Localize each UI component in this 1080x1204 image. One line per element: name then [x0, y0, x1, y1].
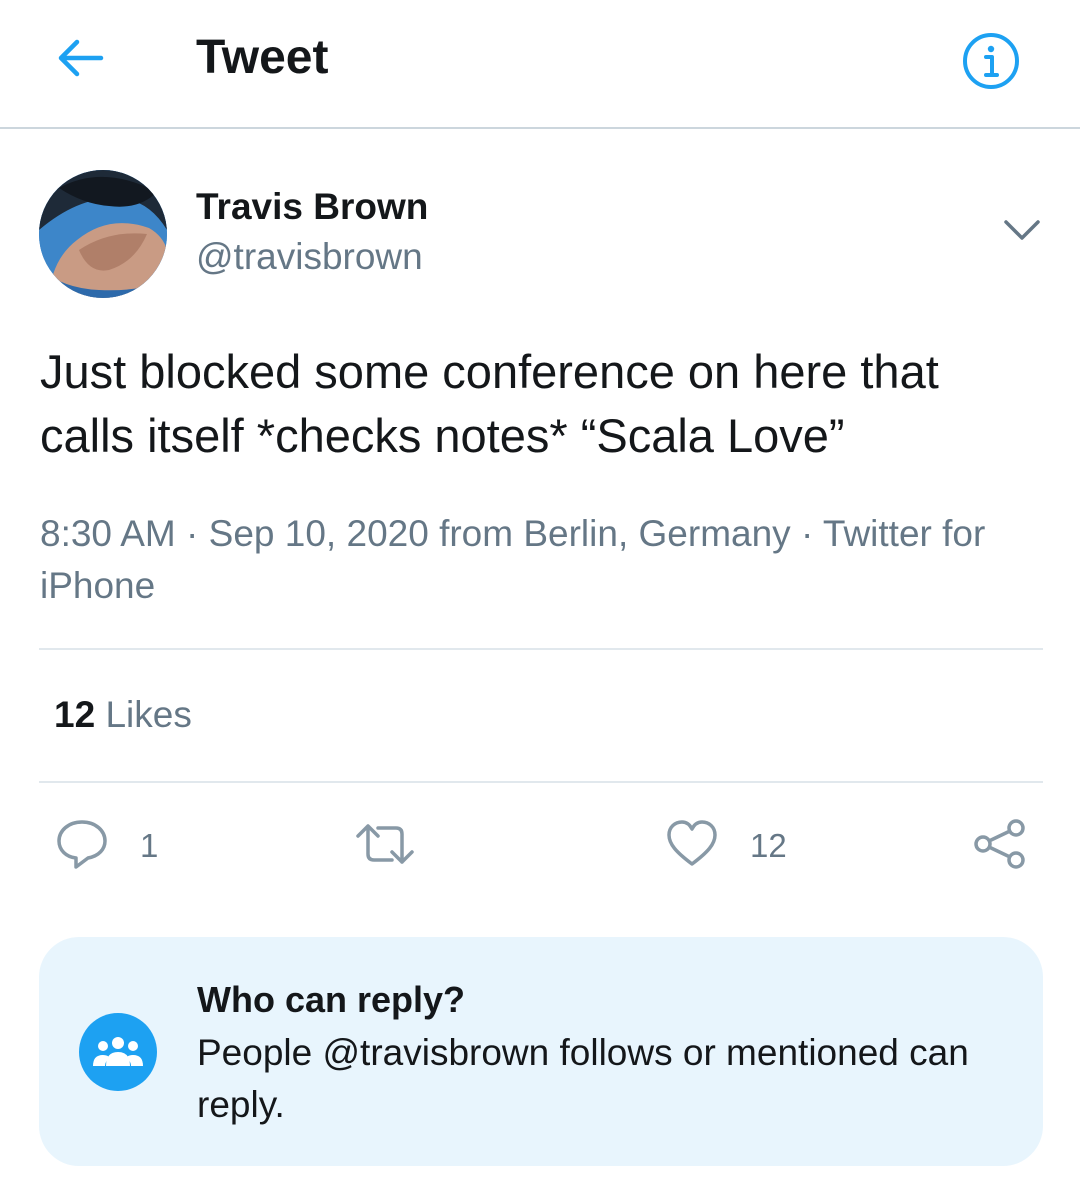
retweet-icon [352, 816, 418, 877]
reply-icon [54, 816, 110, 877]
avatar[interactable] [39, 170, 167, 298]
tweet-time[interactable]: 8:30 AM [40, 513, 176, 554]
people-icon [79, 1013, 157, 1091]
meta-separator: · [800, 513, 814, 554]
reply-settings-title: Who can reply? [197, 979, 466, 1020]
arrow-left-icon [55, 38, 105, 83]
chevron-down-icon [1002, 218, 1042, 247]
share-button[interactable] [972, 816, 1028, 876]
likes-label: Likes [105, 694, 192, 735]
back-button[interactable] [48, 32, 112, 88]
meta-separator: · [186, 513, 199, 554]
tweet-text: Just blocked some conference on here tha… [40, 345, 939, 462]
share-icon [972, 816, 1028, 877]
tweet-location[interactable]: Berlin, Germany [523, 513, 790, 554]
like-icon [664, 816, 720, 877]
tweet-source[interactable]: Twitter for iPhone [40, 513, 985, 606]
info-circle-icon [962, 32, 1020, 95]
top-bar: Tweet [0, 0, 1080, 129]
author-handle[interactable]: @travisbrown [196, 236, 423, 278]
reply-button[interactable]: 1 [54, 816, 158, 876]
reply-count: 1 [140, 827, 159, 864]
likes-stat[interactable]: 12 Likes [54, 694, 192, 736]
who-can-reply-box: Who can reply? People @travisbrown follo… [39, 937, 1043, 1166]
retweet-button[interactable] [352, 816, 448, 876]
divider [39, 781, 1043, 783]
author-name[interactable]: Travis Brown [196, 186, 428, 228]
divider [39, 648, 1043, 650]
from-word: from [439, 513, 514, 554]
tweet-date[interactable]: Sep 10, 2020 [209, 513, 429, 554]
likes-count: 12 [54, 694, 96, 735]
reply-settings-description: People @travisbrown follows or mentioned… [197, 1032, 969, 1125]
like-button[interactable]: 12 [664, 816, 787, 876]
tweet-metadata: 8:30 AM · Sep 10, 2020 from Berlin, Germ… [40, 508, 1040, 612]
like-count: 12 [750, 827, 787, 864]
info-button[interactable] [960, 32, 1022, 94]
tweet-menu-button[interactable] [1000, 210, 1044, 254]
page-title: Tweet [196, 31, 329, 84]
